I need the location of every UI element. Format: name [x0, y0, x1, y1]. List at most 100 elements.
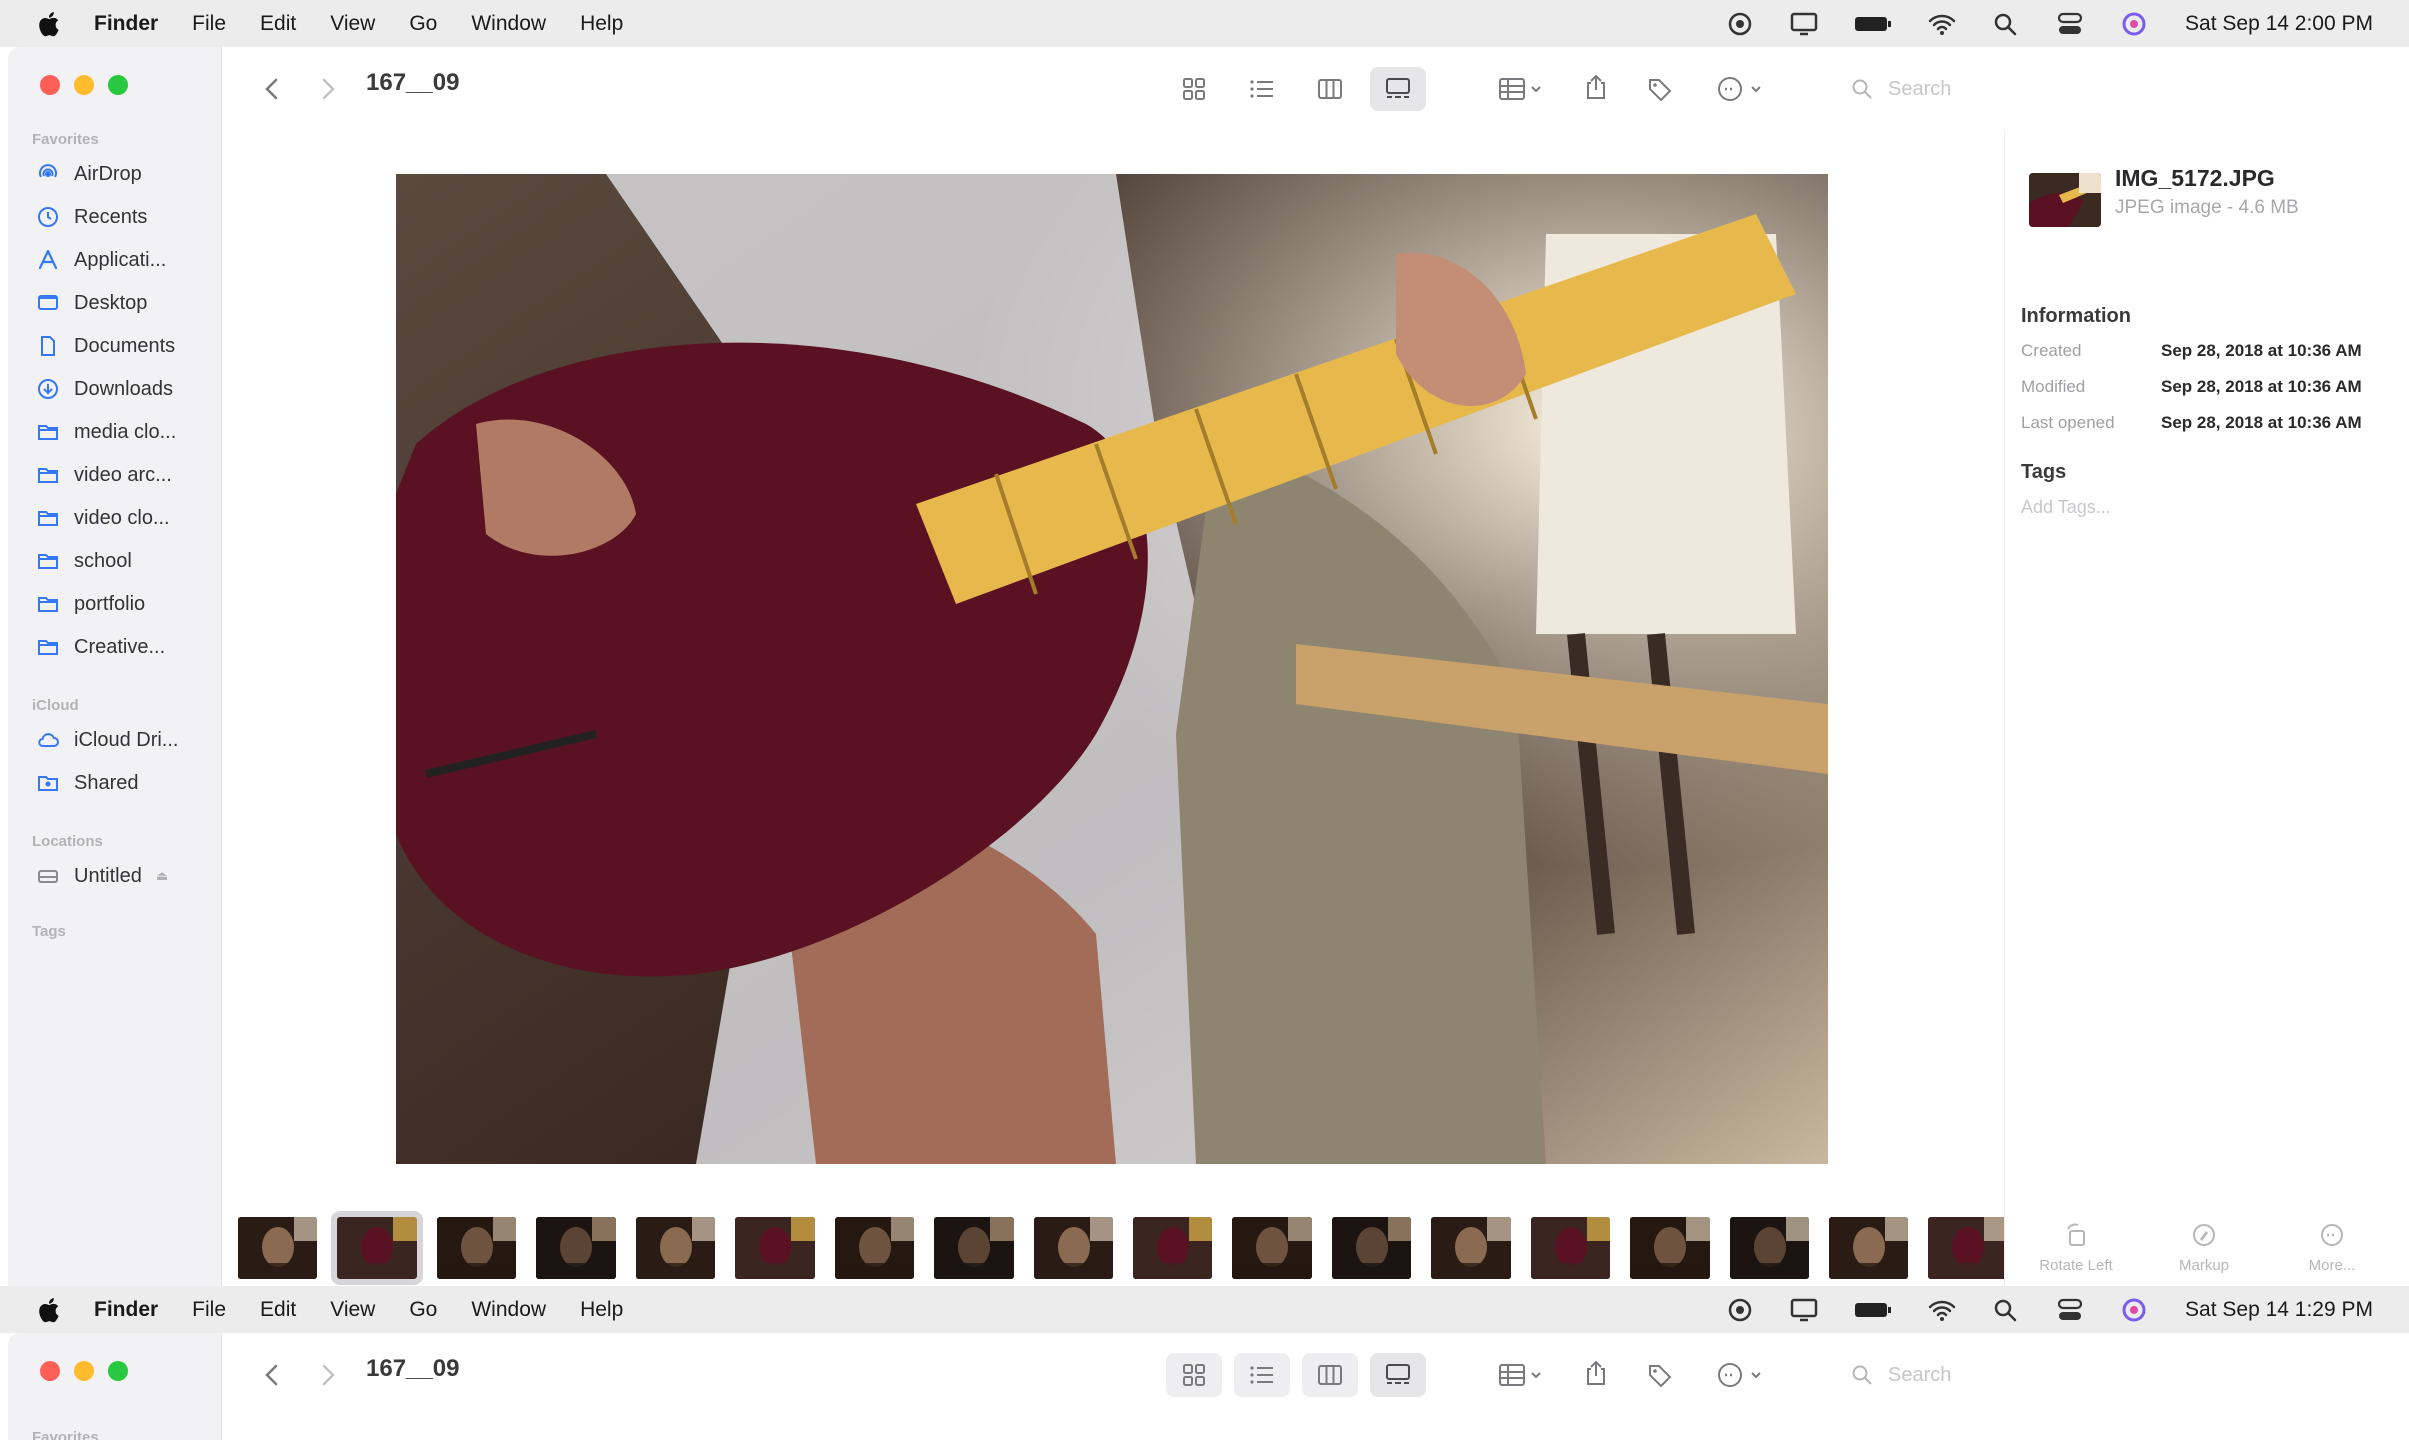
wifi-icon[interactable]	[1927, 1297, 1957, 1323]
menu-window[interactable]: Window	[471, 12, 546, 36]
battery-icon[interactable]	[1853, 1297, 1893, 1323]
menu-file[interactable]: File	[192, 12, 226, 36]
thumbnail-item[interactable]	[934, 1217, 1014, 1279]
sidebar-item-portfolio[interactable]: portfolio	[34, 583, 214, 625]
eject-icon[interactable]: ⏏	[156, 868, 168, 884]
thumbnail-item[interactable]	[1928, 1217, 2008, 1279]
thumbnail-item[interactable]	[1331, 1217, 1412, 1279]
thumbnail-item[interactable]	[834, 1217, 915, 1279]
list-view-button[interactable]	[1234, 1353, 1290, 1397]
sidebar-item-icloud-drive[interactable]: iCloud Dri...	[34, 719, 214, 761]
column-view-button[interactable]	[1302, 67, 1358, 111]
tag-button[interactable]	[1646, 1361, 1674, 1389]
thumbnail-item[interactable]	[1530, 1217, 1611, 1279]
back-button[interactable]	[258, 75, 286, 103]
close-button[interactable]	[40, 75, 60, 95]
menu-clock[interactable]: Sat Sep 14 1:29 PM	[2185, 1298, 2373, 1322]
forward-button[interactable]	[314, 1361, 342, 1389]
control-center-icon[interactable]	[2055, 11, 2085, 37]
minimize-button[interactable]	[74, 1361, 94, 1381]
apple-menu-icon[interactable]	[26, 1286, 70, 1333]
control-center-icon[interactable]	[2055, 1297, 2085, 1323]
thumbnail-item[interactable]	[1132, 1217, 1213, 1279]
thumbnail-item[interactable]	[536, 1217, 616, 1279]
thumbnail-item[interactable]	[1829, 1217, 1909, 1279]
menu-go[interactable]: Go	[409, 1298, 437, 1322]
sidebar-item-applications[interactable]: Applicati...	[34, 239, 214, 281]
search-field[interactable]: Search	[1850, 67, 2390, 111]
apple-menu-icon[interactable]	[26, 0, 70, 47]
forward-button[interactable]	[314, 75, 342, 103]
share-button[interactable]	[1582, 1359, 1610, 1387]
column-view-button[interactable]	[1302, 1353, 1358, 1397]
menu-view[interactable]: View	[330, 12, 375, 36]
menu-file[interactable]: File	[192, 1298, 226, 1322]
display-icon[interactable]	[1789, 11, 1819, 37]
battery-icon[interactable]	[1853, 11, 1893, 37]
more-button[interactable]: More...	[2277, 1221, 2387, 1274]
menu-clock[interactable]: Sat Sep 14 2:00 PM	[2185, 12, 2373, 36]
wifi-icon[interactable]	[1927, 11, 1957, 37]
thumbnail-item[interactable]	[1431, 1217, 1511, 1279]
zoom-button[interactable]	[108, 1361, 128, 1381]
thumbnail-item[interactable]	[331, 1211, 423, 1285]
gallery-view-button[interactable]	[1370, 1353, 1426, 1397]
group-by-button[interactable]	[1498, 1361, 1548, 1389]
tag-button[interactable]	[1646, 75, 1674, 103]
search-field[interactable]: Search	[1850, 1353, 2390, 1397]
spotlight-search-icon[interactable]	[1991, 1297, 2021, 1323]
menu-go[interactable]: Go	[409, 12, 437, 36]
screen-sharing-icon[interactable]	[1725, 1297, 1755, 1323]
sidebar-item-desktop[interactable]: Desktop	[34, 282, 214, 324]
menu-app-name[interactable]: Finder	[94, 12, 158, 36]
sidebar-item-documents[interactable]: Documents	[34, 325, 214, 367]
sidebar-item-video-clo[interactable]: video clo...	[34, 497, 214, 539]
sidebar-item-untitled[interactable]: Untitled ⏏	[34, 855, 214, 897]
sidebar-item-video-arc[interactable]: video arc...	[34, 454, 214, 496]
add-tags-field[interactable]: Add Tags...	[2021, 497, 2111, 518]
image-preview[interactable]	[396, 174, 1828, 1164]
sidebar-item-creative[interactable]: Creative...	[34, 626, 214, 668]
sidebar-item-media-clo[interactable]: media clo...	[34, 411, 214, 453]
sidebar-item-shared[interactable]: Shared	[34, 762, 214, 804]
more-actions-button[interactable]	[1716, 75, 1772, 103]
list-view-button[interactable]	[1234, 67, 1290, 111]
thumbnail-item[interactable]	[436, 1217, 517, 1279]
menu-help[interactable]: Help	[580, 1298, 623, 1322]
sidebar-item-school[interactable]: school	[34, 540, 214, 582]
menu-view[interactable]: View	[330, 1298, 375, 1322]
icon-view-button[interactable]	[1166, 67, 1222, 111]
thumbnail-item[interactable]	[735, 1217, 815, 1279]
gallery-view-button[interactable]	[1370, 67, 1426, 111]
siri-icon[interactable]	[2119, 1297, 2149, 1323]
back-button[interactable]	[258, 1361, 286, 1389]
share-button[interactable]	[1582, 73, 1610, 101]
menu-window[interactable]: Window	[471, 1298, 546, 1322]
info-value: Sep 28, 2018 at 10:36 AM	[2161, 413, 2362, 432]
thumbnail-item[interactable]	[1729, 1217, 1809, 1279]
spotlight-search-icon[interactable]	[1991, 11, 2021, 37]
menu-help[interactable]: Help	[580, 12, 623, 36]
thumbnail-item[interactable]	[1033, 1217, 1113, 1279]
sidebar-item-downloads[interactable]: Downloads	[34, 368, 214, 410]
rotate-left-button[interactable]: Rotate Left	[2021, 1221, 2131, 1274]
menu-edit[interactable]: Edit	[260, 12, 296, 36]
minimize-button[interactable]	[74, 75, 94, 95]
zoom-button[interactable]	[108, 75, 128, 95]
group-by-button[interactable]	[1498, 75, 1548, 103]
thumbnail-item[interactable]	[1630, 1217, 1710, 1279]
markup-button[interactable]: Markup	[2149, 1221, 2259, 1274]
thumbnail-item[interactable]	[635, 1217, 716, 1279]
sidebar-item-recents[interactable]: Recents	[34, 196, 214, 238]
close-button[interactable]	[40, 1361, 60, 1381]
thumbnail-item[interactable]	[238, 1217, 318, 1279]
screen-sharing-icon[interactable]	[1725, 11, 1755, 37]
sidebar-item-airdrop[interactable]: AirDrop	[34, 153, 214, 195]
menu-edit[interactable]: Edit	[260, 1298, 296, 1322]
more-actions-button[interactable]	[1716, 1361, 1772, 1389]
thumbnail-item[interactable]	[1232, 1217, 1312, 1279]
icon-view-button[interactable]	[1166, 1353, 1222, 1397]
siri-icon[interactable]	[2119, 11, 2149, 37]
display-icon[interactable]	[1789, 1297, 1819, 1323]
menu-app-name[interactable]: Finder	[94, 1298, 158, 1322]
